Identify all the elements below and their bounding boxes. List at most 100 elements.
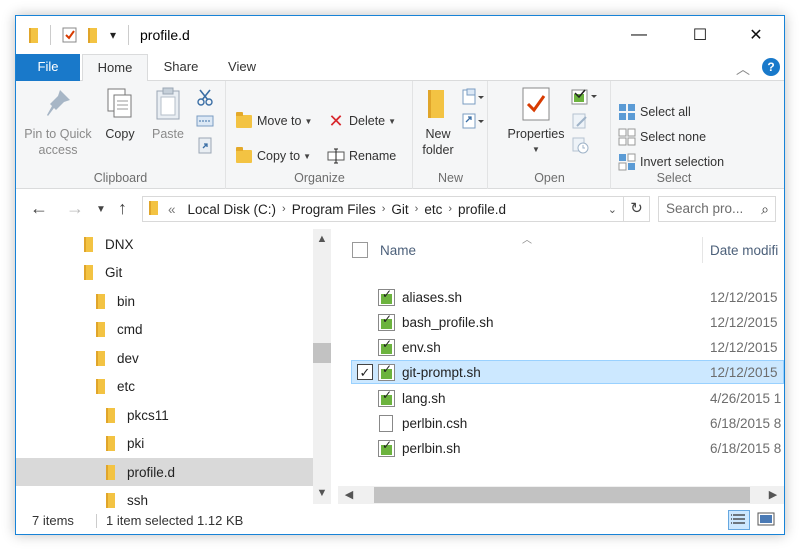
rename-button[interactable]: Rename [327,146,396,166]
select-all-checkbox[interactable] [352,242,368,258]
back-arrow-icon[interactable]: ← [30,198,48,219]
up-arrow-icon[interactable]: ↑ [118,198,127,219]
copy-button[interactable]: Copy [98,86,142,142]
new-folder-button[interactable]: New folder [418,86,458,158]
maximize-button[interactable]: ☐ [677,16,723,54]
tree-item-bin[interactable]: bin [96,287,135,315]
navigation-row: ← → ▼ ↑ « Local Disk (C:) › Program File… [16,192,784,226]
tab-home[interactable]: Home [82,54,148,82]
tree-item-dnx[interactable]: DNX [84,230,134,258]
scrollbar-thumb[interactable] [313,343,331,363]
new-item-icon[interactable] [462,87,484,107]
tree-item-git[interactable]: Git [84,258,122,286]
paste-shortcut-icon[interactable] [196,135,214,155]
forward-arrow-icon[interactable]: → [66,198,84,219]
new-folder-quick-access-icon[interactable] [88,27,97,43]
tree-item-etc[interactable]: etc [96,372,135,400]
chevron-right-icon[interactable]: › [382,203,386,215]
invert-selection-label: Invert selection [640,155,725,169]
tree-item-pkcs11[interactable]: pkcs11 [106,401,169,429]
scroll-up-icon[interactable]: ▲ [313,233,331,245]
recent-locations-chevron-icon[interactable]: ▼ [96,204,106,215]
tree-item-cmd[interactable]: cmd [96,315,143,343]
navigation-scrollbar[interactable]: ▲ ▼ [313,229,331,504]
file-name: bash_profile.sh [402,314,494,330]
file-row[interactable]: perlbin.csh 6/18/2015 8 [358,411,784,435]
chevron-right-icon[interactable]: › [448,203,452,215]
properties-quick-access-icon[interactable] [62,27,78,43]
breadcrumb-git[interactable]: Git [391,202,408,217]
select-all-button[interactable]: Select all [618,102,691,122]
refresh-button[interactable]: ↻ [624,196,650,222]
breadcrumb-local-disk[interactable]: Local Disk (C:) [188,202,277,217]
ribbon: Pin to Quick access Copy Paste Clipboard… [16,81,784,189]
ribbon-tabs: File Home Share View ︿ ? [16,54,784,82]
file-row[interactable]: env.sh 12/12/2015 [358,335,784,359]
file-row[interactable]: lang.sh 4/26/2015 1 [358,386,784,410]
dropdown-arrow-icon: ▼ [304,116,313,126]
tree-item-profile-d[interactable]: profile.d [16,458,313,486]
chevron-right-icon[interactable]: › [282,203,286,215]
open-group-label: Open [534,171,565,185]
copy-to-button[interactable]: Copy to ▼ [235,146,311,166]
scroll-right-icon[interactable]: ▶ [764,488,782,501]
delete-button[interactable]: ✕ Delete ▼ [327,111,396,131]
tab-file[interactable]: File [16,54,80,81]
easy-access-icon[interactable] [462,111,484,131]
file-row[interactable]: perlbin.sh 6/18/2015 8 [358,436,784,460]
address-dropdown-icon[interactable]: ⌄ [608,203,617,216]
paste-button[interactable]: Paste [146,86,190,142]
breadcrumb-program-files[interactable]: Program Files [292,202,376,217]
delete-label: Delete [349,114,386,128]
search-icon[interactable]: ⌕ [761,197,769,221]
dropdown-arrow-icon: ▼ [388,116,397,126]
column-header-name[interactable]: Name [380,243,416,258]
large-icons-view-icon[interactable] [756,510,778,530]
tree-item-pki[interactable]: pki [106,429,144,457]
scrollbar-thumb[interactable] [374,487,750,503]
properties-button[interactable]: Properties ▼ [505,86,567,158]
file-row-selected[interactable]: ✓ git-prompt.sh 12/12/2015 [351,360,784,384]
address-bar[interactable]: « Local Disk (C:) › Program Files › Git … [142,196,624,222]
tab-share[interactable]: Share [156,54,206,81]
shell-script-icon [378,337,395,356]
file-row[interactable]: bash_profile.sh 12/12/2015 [358,310,784,334]
chevron-up-icon[interactable]: ︿ [736,59,750,79]
help-icon[interactable]: ? [762,58,780,76]
column-header-date-modified[interactable]: Date modifi [710,243,778,258]
move-to-button[interactable]: Move to ▼ [235,111,312,131]
clipboard-group-label: Clipboard [93,171,148,185]
history-icon[interactable] [571,135,589,155]
open-icon[interactable] [571,87,601,107]
tree-item-dev[interactable]: dev [96,344,139,372]
scroll-down-icon[interactable]: ▼ [313,487,331,499]
copy-path-icon[interactable] [196,111,214,131]
scroll-left-icon[interactable]: ◀ [340,488,358,501]
edit-icon[interactable] [571,111,589,131]
chevron-right-icon[interactable]: › [415,203,419,215]
select-none-button[interactable]: Select none [618,127,706,147]
file-row[interactable]: aliases.sh 12/12/2015 [358,285,784,309]
column-header-row: Name ︿ Date modifi [338,233,784,263]
cut-icon[interactable] [196,87,214,107]
pin-icon [42,86,74,122]
invert-selection-button[interactable]: Invert selection [618,152,724,172]
close-button[interactable]: ✕ [733,16,779,54]
select-group-label: Select [656,171,692,185]
details-view-icon[interactable] [728,510,750,530]
quick-access-dropdown-icon[interactable]: ▾ [110,27,116,43]
breadcrumb-profile-d[interactable]: profile.d [458,202,506,217]
tree-item-label: pkcs11 [127,407,169,423]
horizontal-scrollbar[interactable]: ◀ ▶ [338,486,784,504]
tab-view[interactable]: View [218,54,266,81]
row-checkbox[interactable]: ✓ [357,364,373,380]
minimize-button[interactable]: — [616,16,662,54]
breadcrumb-etc[interactable]: etc [424,202,442,217]
breadcrumb-overflow[interactable]: « [168,202,176,217]
column-divider[interactable] [702,237,703,263]
tree-item-label: Git [105,264,123,280]
file-date: 4/26/2015 1 [710,390,782,406]
search-input[interactable]: Search pro... ⌕ [658,196,776,222]
tree-item-label: profile.d [127,464,176,480]
pin-to-quick-access-button[interactable]: Pin to Quick access [22,86,94,158]
